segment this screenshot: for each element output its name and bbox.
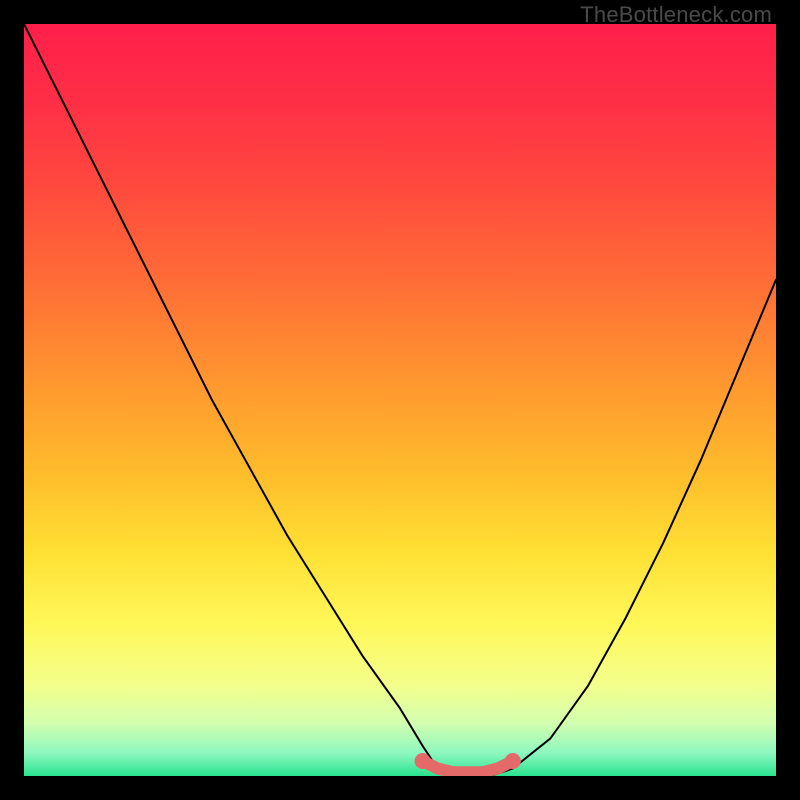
watermark-text: TheBottleneck.com [580,2,772,28]
heatmap-background [24,24,776,776]
chart-plot-area [24,24,776,776]
chart-svg [24,24,776,776]
